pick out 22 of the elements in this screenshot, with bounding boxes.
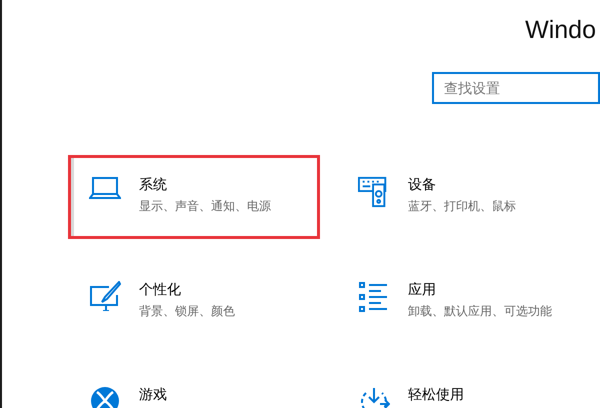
window-title: Windo [525,15,597,46]
category-title: 应用 [408,280,437,298]
brush-monitor-icon [89,280,121,310]
category-description: 背景、锁屏、颜色 [139,302,235,320]
ease-of-access-icon [358,386,390,408]
settings-category[interactable]: 设备 蓝牙、打印机、鼠标 [337,154,589,238]
category-title: 轻松使用 [408,384,464,404]
category-title: 游戏 [139,384,167,404]
category-title: 系统 [139,174,168,194]
settings-category[interactable]: 应用 卸载、默认应用、可选功能 [337,260,589,344]
category-title: 设备 [408,174,437,194]
category-description: 显示、声音、通知、电源 [139,198,271,214]
category-description: 蓝牙、打印机、鼠标 [408,198,516,214]
category-description: 卸载、默认应用、可选功能 [408,302,552,320]
settings-category[interactable]: 轻松使用 [337,364,589,408]
list-icon [359,280,389,312]
settings-category[interactable]: 个性化 背景、锁屏、颜色 [68,260,320,344]
category-title: 个性化 [139,280,182,298]
laptop-icon [89,176,121,200]
search-field[interactable]: 查找设置 [432,72,600,104]
settings-category[interactable]: 游戏 [68,364,320,408]
settings-category[interactable]: 系统 显示、声音、通知、电源 [68,154,320,238]
